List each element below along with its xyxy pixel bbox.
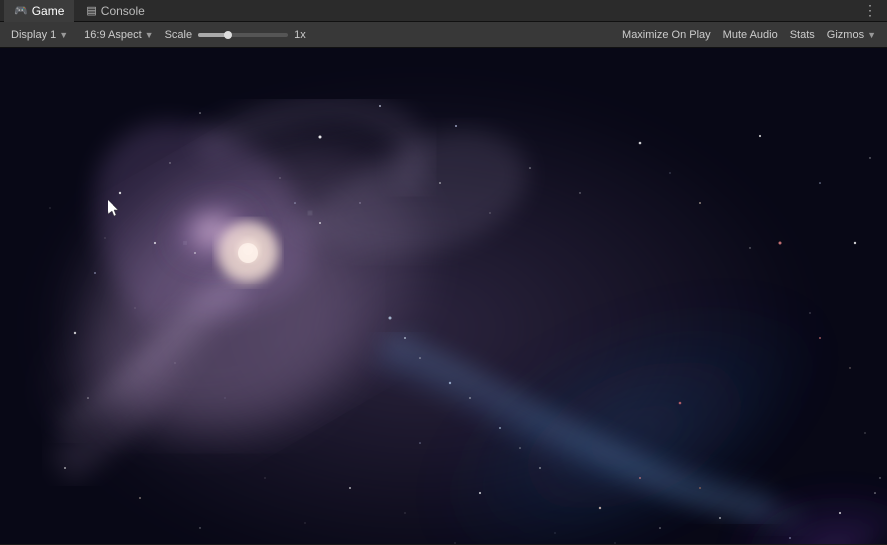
mute-label: Mute Audio [723,29,778,41]
tab-game-label: Game [32,4,65,18]
maximize-label: Maximize On Play [622,29,711,41]
console-icon: ▤ [86,4,96,17]
tab-bar: 🎮 Game ▤ Console ⋮ [0,0,887,22]
stats-label: Stats [790,29,815,41]
tab-bar-right: ⋮ [857,2,883,19]
gizmos-dropdown[interactable]: Gizmos ▼ [822,27,881,43]
tab-game[interactable]: 🎮 Game [4,0,74,22]
scale-dot [224,31,232,39]
stats-button[interactable]: Stats [785,27,820,43]
maximize-on-play-button[interactable]: Maximize On Play [617,27,716,43]
display-dropdown-arrow: ▼ [59,30,68,40]
tab-bar-left: 🎮 Game ▤ Console [4,0,155,22]
game-view[interactable] [0,48,887,544]
scale-slider[interactable] [198,33,288,37]
display-label: Display 1 [11,29,56,41]
aspect-label: 16:9 Aspect [84,29,142,41]
gizmos-dropdown-arrow: ▼ [867,30,876,40]
tab-console-label: Console [101,4,145,18]
mute-audio-button[interactable]: Mute Audio [718,27,783,43]
toolbar-right: Maximize On Play Mute Audio Stats Gizmos… [617,27,881,43]
scale-value: 1x [294,29,312,41]
galaxy-svg [0,48,887,544]
gizmos-label: Gizmos [827,29,864,41]
more-options-button[interactable]: ⋮ [857,2,883,19]
game-icon: 🎮 [14,4,28,17]
display-dropdown[interactable]: Display 1 ▼ [6,27,73,43]
toolbar: Display 1 ▼ 16:9 Aspect ▼ Scale 1x Maxim… [0,22,887,48]
aspect-dropdown[interactable]: 16:9 Aspect ▼ [79,27,158,43]
tab-console[interactable]: ▤ Console [76,0,154,22]
scale-section: Scale 1x [165,29,313,41]
scale-label: Scale [165,29,193,41]
aspect-dropdown-arrow: ▼ [145,30,154,40]
